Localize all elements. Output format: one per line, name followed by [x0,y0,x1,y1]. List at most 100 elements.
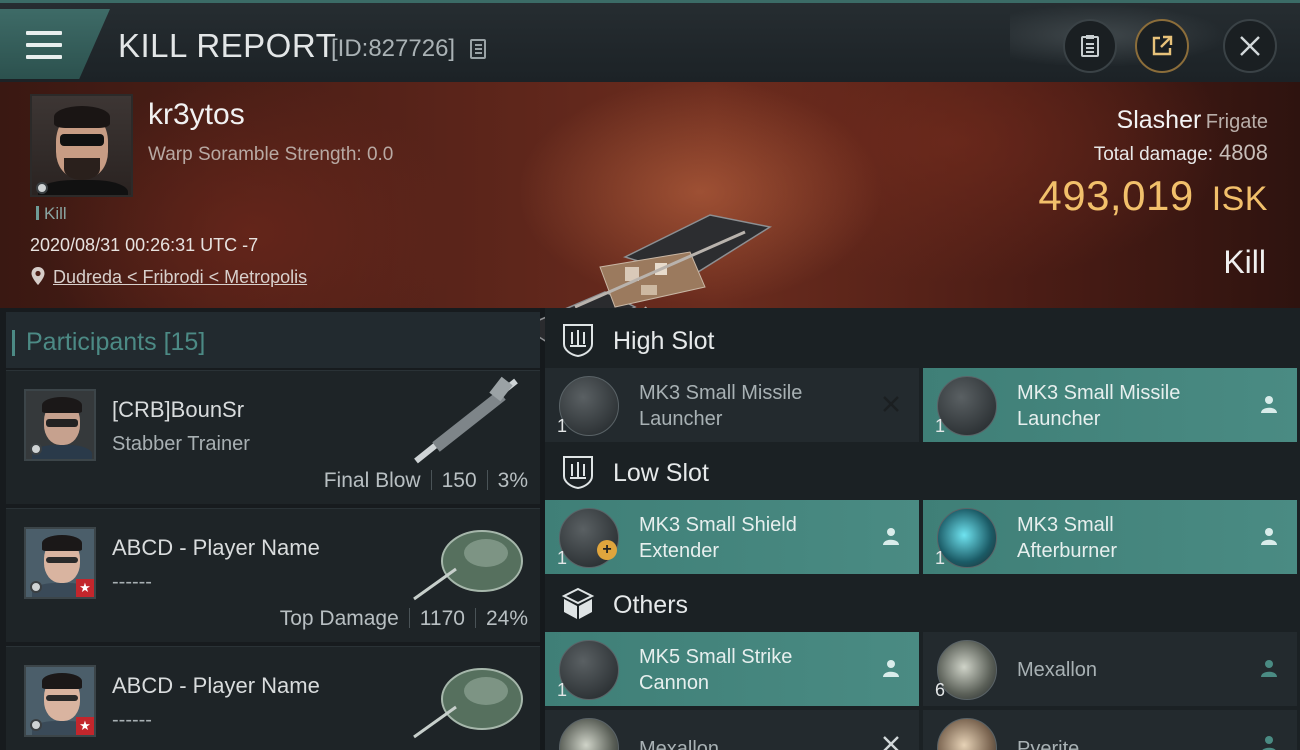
item-quantity: 1 [557,680,568,700]
participant-damage: 1170 [419,607,465,630]
hamburger-icon [26,31,62,59]
item-quantity: 1 [557,416,568,436]
cannon-icon [559,640,619,700]
participant-percent: 24% [485,607,528,630]
participants-header[interactable]: Participants [15] [6,312,540,368]
menu-button[interactable] [0,9,110,79]
module-item[interactable]: 1 MK3 Small Missile Launcher [923,368,1297,442]
cargo-box-icon [561,587,595,619]
isk-amount: 493,019 [1038,172,1194,219]
total-damage-label: Total damage: [1093,144,1214,165]
participant-row[interactable]: ★ ABCD - Player Name ------ [6,646,540,750]
kill-datetime: 2020/08/31 00:26:31 UTC -7 [30,235,259,255]
participant-row[interactable]: ★ ABCD - Player Name ------ Top Damage 11… [6,508,540,642]
corp-icon [30,581,42,593]
mineral-icon [937,718,997,750]
close-icon [1240,36,1260,56]
others-header: Others [545,574,1300,634]
total-damage: Total damage: 4808 [1094,140,1268,166]
copy-icon[interactable] [470,39,486,59]
participant-stats: Top Damage 1170 24% [279,607,528,630]
afterburner-icon [937,508,997,568]
victim-name[interactable]: kr3ytos [148,98,245,132]
low-slot-label: Low Slot [613,459,709,487]
ship-class: Frigate [1205,111,1268,133]
isk-value: 493,019 ISK [1038,172,1268,220]
participant-name: ABCD - Player Name [112,535,320,560]
participant-percent: 3% [497,469,528,492]
module-item[interactable]: 1 MK5 Small Strike Cannon [545,632,919,706]
missile-launcher-icon [937,376,997,436]
participant-row[interactable]: [CRB]BounSr Stabber Trainer Final Blow 15… [6,370,540,504]
low-slot-icon [563,456,593,490]
share-button[interactable] [1135,19,1189,73]
dropped-icon [1261,528,1277,545]
participant-avatar [24,389,96,461]
item-quantity: 6 [935,680,946,700]
participants-label: Participants [15] [11,328,206,356]
module-item[interactable]: Pyerite [923,710,1297,750]
item-name: MK5 Small Strike Cannon [639,646,793,694]
fitting-panel: High Slot 1 MK3 Small Missile Launcher 1 … [545,308,1300,750]
mineral-icon [937,640,997,700]
clipboard-button[interactable] [1063,19,1117,73]
item-name: MK3 Small Afterburner [1017,514,1118,562]
ship-type[interactable]: Slasher Frigate [1117,106,1268,135]
item-name: MK3 Small Shield Extender [639,514,797,562]
participant-ship: Stabber Trainer [112,433,250,455]
participant-avatar: ★ [24,527,96,599]
module-item[interactable]: + 1 MK3 Small Shield Extender [545,500,919,574]
ship-icon [413,668,523,739]
weapon-icon [414,376,518,464]
item-name: Mexallon [1017,659,1098,681]
participant-ship: ------ [112,571,152,593]
scramble-strength: Warp Soramble Strength: 0.0 [148,144,394,165]
high-slot-label: High Slot [613,327,715,355]
participants-panel: Participants [15] [CRB]BounSr Stabber Tr… [0,308,540,750]
victim-banner: kr3ytos Warp Soramble Strength: 0.0 Kill… [0,82,1300,348]
high-slot-icon [563,324,593,358]
dropped-icon [883,528,899,545]
victim-portrait[interactable] [30,94,133,197]
others-label: Others [613,591,689,619]
clipboard-icon [1081,35,1099,57]
destroyed-icon [883,396,899,412]
mineral-icon [559,718,619,750]
ship-name: Slasher [1116,106,1202,134]
destroyed-icon [883,736,899,750]
page-title: KILL REPORT [118,27,337,64]
corp-icon [30,443,42,455]
star-badge-icon: ★ [76,717,94,735]
location-link[interactable]: Dudreda < Fribrodi < Metropolis [53,267,307,288]
item-name: Mexallon [639,738,720,750]
participant-avatar: ★ [24,665,96,737]
participant-ship: ------ [112,709,152,731]
participant-stats: Final Blow 150 3% [323,469,528,492]
plus-icon: + [597,540,617,560]
participants-count: [15] [163,328,206,356]
top-bar: KILL REPORT [ID:827726] [0,0,1300,85]
participant-name: ABCD - Player Name [112,673,320,698]
item-quantity: 1 [935,548,946,568]
participant-damage: 150 [441,469,477,492]
module-item[interactable]: Mexallon [545,710,919,750]
high-slot-header: High Slot [545,310,1300,370]
share-icon [1152,35,1173,56]
close-button[interactable] [1223,19,1277,73]
dropped-icon [1262,736,1276,750]
kill-tag: Kill [36,204,67,224]
corp-icon [30,719,42,731]
item-name: MK3 Small Missile Launcher [1017,382,1181,430]
module-item[interactable]: 6 Mexallon [923,632,1297,706]
item-quantity: 1 [935,416,946,436]
module-item[interactable]: 1 MK3 Small Afterburner [923,500,1297,574]
report-id: [ID:827726] [331,35,456,62]
missile-launcher-icon [559,376,619,436]
participant-name: [CRB]BounSr [112,397,245,422]
module-item[interactable]: 1 MK3 Small Missile Launcher [545,368,919,442]
isk-currency: ISK [1211,180,1268,218]
location-pin-icon [31,267,45,285]
item-name: Pyerite [1017,738,1080,750]
dropped-icon [1261,396,1277,413]
item-quantity: 1 [557,548,568,568]
